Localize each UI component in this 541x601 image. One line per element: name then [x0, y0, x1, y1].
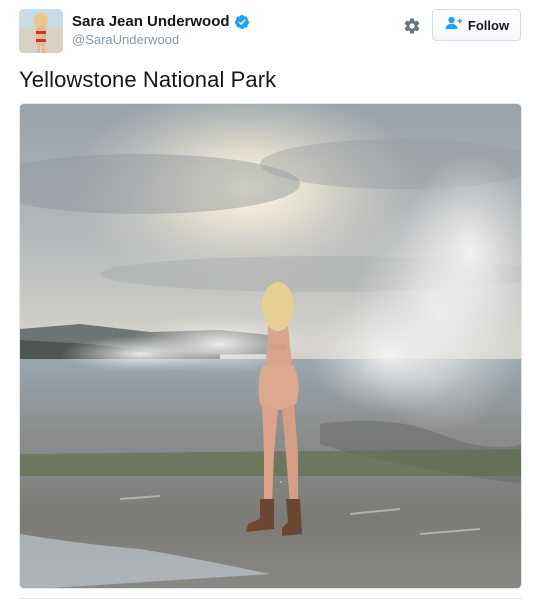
verified-badge-icon [234, 14, 250, 30]
display-name[interactable]: Sara Jean Underwood [72, 13, 230, 31]
gear-icon[interactable] [401, 15, 423, 37]
user-names: Sara Jean Underwood @SaraUnderwood [72, 13, 250, 48]
tweet-text: Yellowstone National Park [19, 67, 277, 92]
display-name-row: Sara Jean Underwood [72, 13, 250, 31]
add-user-icon [444, 16, 462, 35]
tweet-divider [19, 598, 522, 599]
user-handle[interactable]: @SaraUnderwood [72, 32, 250, 48]
tweet-photo[interactable] [19, 103, 522, 589]
follow-button[interactable]: Follow [432, 9, 521, 41]
avatar[interactable] [19, 9, 63, 53]
follow-label: Follow [467, 17, 510, 33]
tweet-header: Sara Jean Underwood @SaraUnderwood Follo… [19, 9, 522, 53]
